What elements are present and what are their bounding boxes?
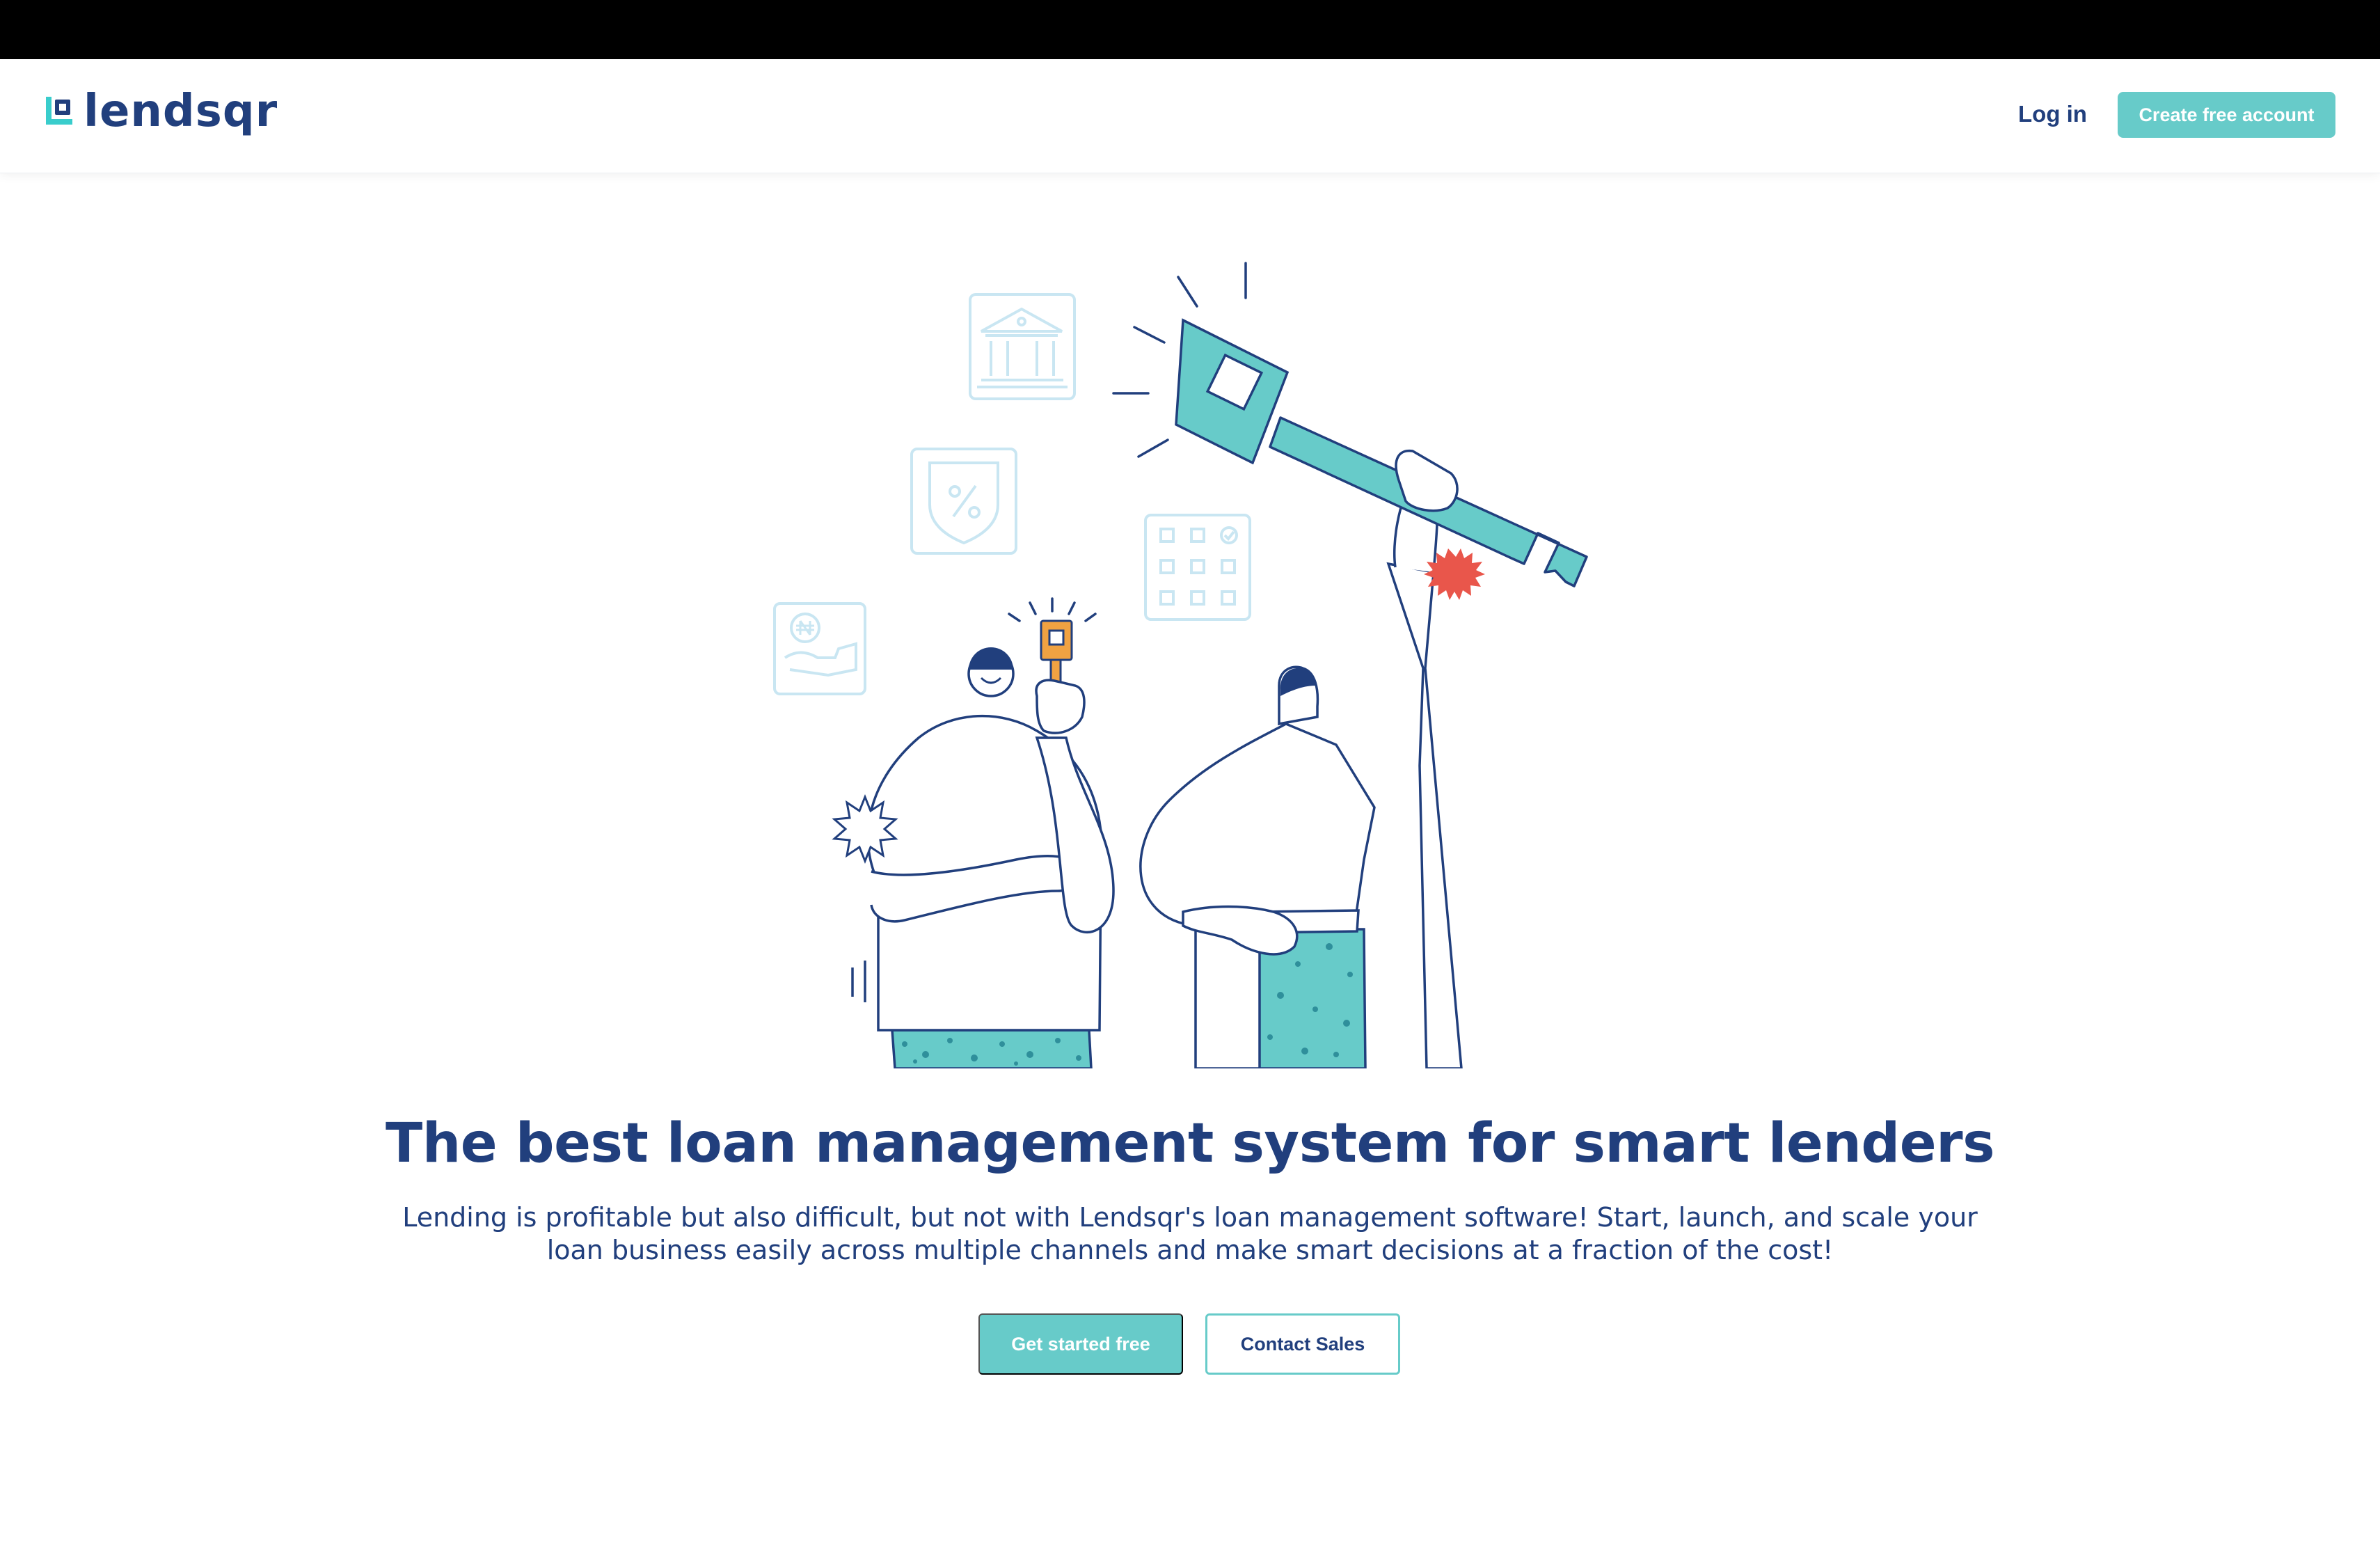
hero-subtext-line-1: Lending is profitable but also difficult… [402, 1202, 1978, 1233]
big-key-icon [1175, 318, 1588, 587]
right-person [1139, 318, 1588, 1068]
hero-subtext: Lending is profitable but also difficult… [362, 1201, 2018, 1267]
hero-subtext-line-2: loan business easily across multiple cha… [546, 1235, 1834, 1265]
brand-logo[interactable]: lendsqr [43, 89, 278, 134]
naira-hand-icon [773, 602, 866, 695]
bank-icon [969, 293, 1076, 400]
shield-percent-icon [910, 448, 1017, 555]
small-key-icon [1040, 619, 1073, 689]
left-person [832, 619, 1115, 1068]
calendar-grid-icon [1144, 514, 1251, 621]
navbar: lendsqr Log in Create free account [0, 59, 2380, 173]
hero-illustration [773, 262, 1588, 1068]
create-free-account-button[interactable]: Create free account [2118, 92, 2335, 138]
lendsqr-logo-icon [46, 97, 72, 125]
get-started-button[interactable]: Get started free [978, 1313, 1183, 1375]
brand-name: lendsqr [84, 86, 278, 137]
login-link[interactable]: Log in [2018, 101, 2087, 127]
contact-sales-button[interactable]: Contact Sales [1205, 1313, 1400, 1375]
hero-headline: The best loan management system for smar… [386, 1112, 1995, 1175]
browser-top-bar [0, 0, 2380, 59]
